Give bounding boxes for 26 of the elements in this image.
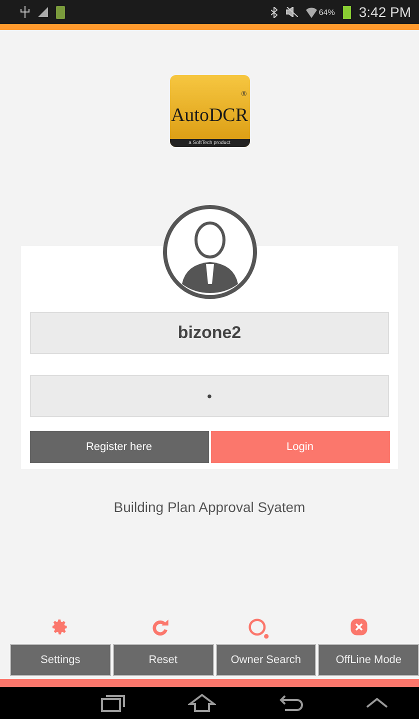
search-icon [248, 618, 270, 640]
bluetooth-icon [270, 6, 278, 18]
caret-icon[interactable] [366, 698, 388, 708]
triangle-icon [38, 7, 48, 17]
back-icon[interactable] [278, 695, 303, 711]
usb-icon [20, 6, 30, 18]
gear-icon [50, 618, 69, 636]
close-icon [350, 618, 368, 636]
register-button[interactable]: Register here [30, 431, 208, 463]
mute-icon [286, 7, 298, 17]
refresh-icon [150, 618, 170, 638]
action-button[interactable]: Owner Search [216, 644, 316, 676]
action-button[interactable]: Settings [10, 644, 111, 676]
battery-icon [342, 6, 351, 18]
action-button[interactable]: Reset [112, 644, 214, 676]
login-button[interactable]: Login [210, 431, 390, 463]
wifi-icon [306, 6, 317, 18]
password-field[interactable]: • [30, 375, 389, 417]
home-icon[interactable] [188, 694, 216, 712]
battery-icon [56, 6, 65, 18]
username-field[interactable]: bizone2 [30, 312, 389, 354]
clock: 3:42 PM [358, 4, 411, 20]
battery-percent: 64% [318, 8, 335, 16]
app-subtitle: Building Plan Approval Syatem [114, 499, 306, 515]
recent-apps-icon[interactable] [101, 694, 126, 712]
action-button[interactable]: OffLine Mode [318, 644, 419, 676]
